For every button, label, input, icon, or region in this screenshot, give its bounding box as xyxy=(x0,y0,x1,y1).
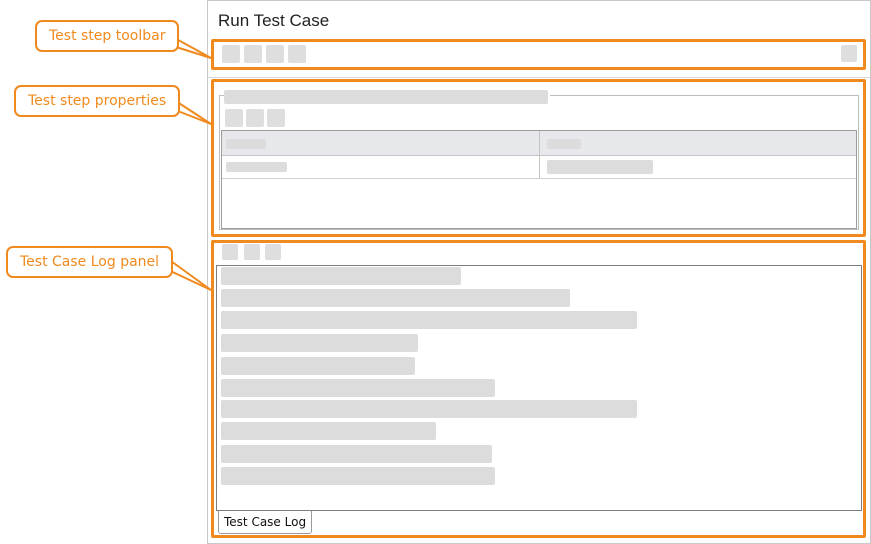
window-title: Run Test Case xyxy=(218,11,330,30)
callout-test-step-toolbar: Test step toolbar xyxy=(35,20,180,52)
log-panel-highlight xyxy=(211,240,866,538)
toolbar-highlight xyxy=(211,39,866,70)
callout-test-case-log-panel: Test Case Log panel xyxy=(6,246,174,278)
properties-highlight xyxy=(211,79,866,237)
toolbar-separator xyxy=(208,77,870,78)
callout-test-step-properties: Test step properties xyxy=(14,85,181,117)
